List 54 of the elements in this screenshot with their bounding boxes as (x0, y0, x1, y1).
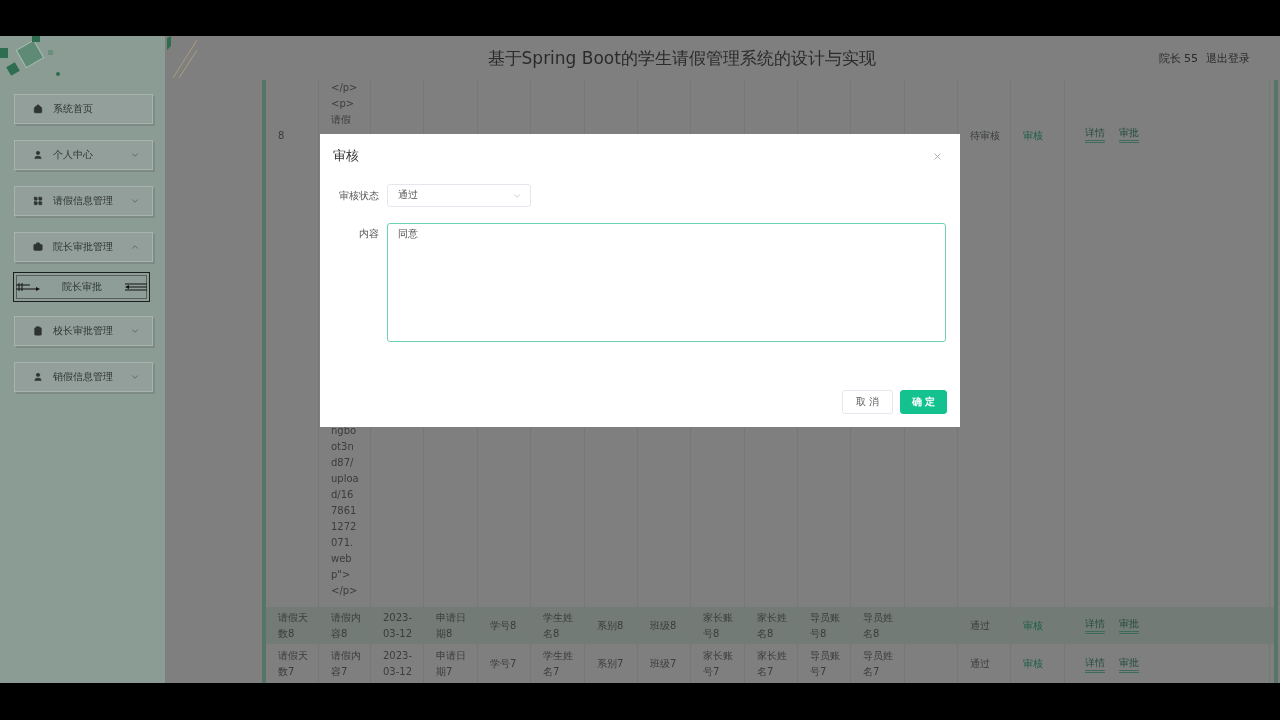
chevron-down-icon (130, 196, 140, 206)
logout-link[interactable]: 退出登录 (1206, 50, 1250, 66)
page-title: 基于Spring Boot的学生请假管理系统的设计与实现 (486, 46, 877, 70)
chevron-down-icon (130, 150, 140, 160)
review-link[interactable]: 审核 (1023, 656, 1058, 672)
table-cell-text: 待审核 (970, 129, 1001, 143)
chevron-down-icon (130, 372, 140, 382)
menu-item[interactable]: 销假信息管理 (14, 362, 153, 392)
menu-item[interactable]: 请假信息管理 (14, 186, 153, 216)
arrows-icon (123, 281, 147, 293)
action-link[interactable]: 审批 (1119, 655, 1139, 673)
diagonal-lines-icon (167, 36, 197, 78)
status-select[interactable]: 通过 (387, 184, 531, 207)
confirm-button[interactable]: 确 定 (899, 390, 947, 414)
chevron-up-icon (130, 242, 140, 252)
user-icon (33, 150, 43, 160)
table-cell-text: 学生姓名7 (543, 649, 574, 679)
table-cell-text: 导员账号7 (810, 649, 841, 679)
cell-text: ngbo ot3n d87/ uploa d/16 7861 1272 071. web p"> </p> (331, 424, 360, 598)
table-cell-text: 8 (278, 129, 286, 143)
table-cell-text: 2023-03-12 (383, 649, 414, 679)
arrows-icon (16, 281, 42, 293)
menu-item[interactable]: 校长审批管理 (14, 316, 153, 346)
table-cell-text: 家长姓名7 (757, 649, 788, 679)
menu-item[interactable]: 院长审批管理 (14, 232, 153, 262)
table-cell-text: 导员姓名7 (863, 649, 894, 679)
table-cell-text: 班级7 (650, 657, 678, 671)
cancel-button[interactable]: 取 消 (841, 390, 893, 414)
action-link[interactable]: 审批 (1119, 126, 1139, 143)
close-button[interactable] (932, 150, 943, 162)
action-link[interactable]: 详情 (1085, 617, 1105, 634)
user-name: 院长 55 (1158, 50, 1198, 66)
action-link[interactable]: 审批 (1119, 617, 1139, 634)
cell-text: </p> <p> 请假 (331, 81, 359, 127)
user-icon (33, 372, 43, 382)
table-cell-text: 学号7 (490, 657, 518, 671)
table-cell-text: 请假内容7 (331, 649, 362, 679)
dialog-title: 审核 (333, 147, 359, 165)
table-cell-text: 请假天数7 (278, 649, 309, 679)
submenu-item[interactable]: 院长审批 (13, 272, 150, 302)
home-icon (33, 104, 43, 114)
field-label: 审核状态 (338, 189, 379, 203)
menu-item[interactable]: 个人中心 (14, 140, 153, 170)
table-cell-text: 通过 (970, 657, 991, 671)
table-cell-text: 2023-03-12 (383, 610, 414, 641)
table-cell-text: 家长账号7 (703, 649, 734, 679)
field-label: 内容 (358, 227, 379, 241)
action-link[interactable]: 详情 (1085, 655, 1105, 673)
review-link[interactable]: 审核 (1023, 128, 1058, 144)
content-textarea[interactable]: 同意 (387, 223, 946, 342)
action-link[interactable]: 详情 (1085, 126, 1105, 143)
grid-icon (33, 196, 43, 206)
chevron-down-icon (130, 326, 140, 336)
menu-item[interactable]: 系统首页 (14, 94, 153, 124)
